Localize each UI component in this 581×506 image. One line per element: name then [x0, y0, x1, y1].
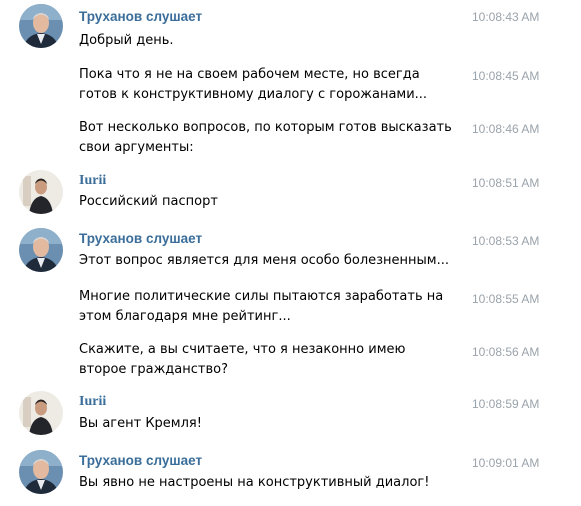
message-timestamp: 10:08:45 AM [472, 69, 540, 83]
message-timestamp: 10:08:51 AM [472, 176, 540, 190]
message-text: Скажите, а вы считаете, что я незаконно … [79, 342, 406, 377]
message-text: Пока что я не на своем рабочем месте, но… [79, 67, 428, 102]
avatar-bot-icon[interactable] [19, 228, 63, 272]
message-text: Вы агент Кремля! [79, 416, 202, 431]
sender-name[interactable]: Iurii [79, 173, 106, 189]
message-text: Многие политические силы пытаются зарабо… [79, 289, 444, 324]
message-text: Добрый день. [79, 33, 174, 48]
message-timestamp: 10:08:46 AM [472, 122, 540, 136]
avatar-bot-icon[interactable] [19, 450, 63, 494]
message-text: Вот несколько вопросов, по которым готов… [79, 120, 452, 155]
message-timestamp: 10:08:56 AM [472, 345, 540, 359]
message-timestamp: 10:08:59 AM [472, 397, 540, 411]
message-text: Вы явно не настроены на конструктивный д… [79, 475, 430, 490]
sender-name[interactable]: Труханов слушает [79, 9, 202, 25]
message-text: Этот вопрос является для меня особо боле… [79, 253, 450, 268]
sender-name[interactable]: Труханов слушает [79, 231, 202, 247]
message-timestamp: 10:08:55 AM [472, 292, 540, 306]
message-timestamp: 10:08:53 AM [472, 234, 540, 248]
sender-name[interactable]: Труханов слушает [79, 453, 202, 469]
avatar-user-icon[interactable] [19, 391, 63, 435]
avatar-bot-icon[interactable] [19, 4, 63, 48]
avatar-user-icon[interactable] [19, 170, 63, 214]
message-text: Российский паспорт [79, 194, 218, 209]
message-timestamp: 10:09:01 AM [472, 456, 540, 470]
chat-history: Труханов слушает 10:08:43 AM Добрый день… [0, 0, 581, 506]
message-timestamp: 10:08:43 AM [472, 10, 540, 24]
sender-name[interactable]: Iurii [79, 394, 106, 410]
